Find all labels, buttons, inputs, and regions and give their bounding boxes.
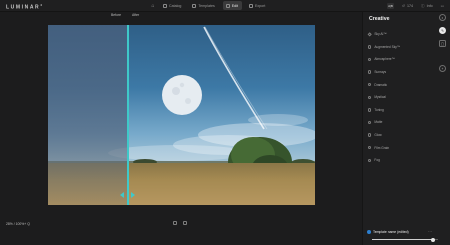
template-icon	[367, 230, 371, 234]
window-button[interactable]: ▭	[441, 4, 444, 8]
history-button[interactable]: ↺ 174	[402, 4, 413, 8]
split-handle-icon[interactable]	[119, 191, 136, 199]
top-bar: LUMINAR4 ⌂ Catalog Templates Edit Export…	[0, 0, 450, 12]
template-amount-slider[interactable]	[372, 237, 438, 242]
export-icon	[248, 3, 253, 8]
fit-view-icon[interactable]	[173, 221, 177, 225]
tools-panel: Creative Sky AI™ Augmented Sky™ Atmosphe…	[362, 12, 450, 245]
film-grain-icon	[368, 145, 372, 150]
tab-edit[interactable]: Edit	[222, 1, 242, 10]
tool-fog[interactable]: Fog	[368, 154, 438, 167]
tab-catalog[interactable]: Catalog	[160, 1, 185, 10]
tool-mystical[interactable]: Mystical	[368, 91, 438, 104]
window-icon: ▭	[440, 4, 444, 8]
info-button[interactable]: ⓘ Info	[421, 4, 433, 9]
after-label: After	[132, 13, 140, 17]
tool-atmosphere[interactable]: Atmosphere™	[368, 53, 438, 66]
main-tabs: ⌂ Catalog Templates Edit Export	[150, 1, 269, 11]
image-canvas[interactable]	[48, 25, 315, 205]
glow-icon	[368, 133, 372, 137]
toning-icon	[368, 108, 372, 112]
mystical-icon	[368, 95, 372, 99]
fullscreen-icon[interactable]	[183, 221, 187, 225]
template-selector[interactable]: Template name (edited)	[367, 230, 409, 234]
compare-icon: A|B	[386, 3, 394, 9]
atmosphere-icon	[368, 57, 372, 62]
slider-knob[interactable]	[430, 237, 435, 242]
tool-sunrays[interactable]: Sunrays	[368, 66, 438, 79]
dramatic-icon	[368, 82, 372, 87]
zoom-level[interactable]: 28% / 100%+ Q	[6, 222, 30, 226]
slider-fill	[372, 239, 433, 240]
edit-icon	[225, 3, 230, 8]
before-label: Before	[111, 13, 121, 17]
sunrays-icon	[368, 70, 372, 74]
more-options-icon[interactable]: ···	[428, 229, 432, 234]
home-icon[interactable]: ⌂	[150, 1, 156, 10]
catalog-icon	[163, 3, 167, 8]
tab-templates[interactable]: Templates	[189, 1, 218, 10]
tool-augmented-sky[interactable]: Augmented Sky™	[368, 41, 438, 54]
creative-category-icon[interactable]: ✎	[439, 27, 446, 34]
panel-title: Creative	[369, 16, 390, 22]
tool-list: Sky AI™ Augmented Sky™ Atmosphere™ Sunra…	[367, 28, 438, 167]
top-right-controls: A|B ↺ 174 ⓘ Info ▭	[386, 1, 444, 11]
history-icon: ↺	[401, 4, 405, 8]
info-icon: ⓘ	[421, 3, 425, 8]
tool-sky-ai[interactable]: Sky AI™	[367, 28, 438, 41]
tool-film-grain[interactable]: Film Grain	[368, 141, 438, 154]
essentials-category-icon[interactable]: ◐	[439, 14, 446, 21]
app-logo: LUMINAR4	[6, 3, 42, 11]
augmented-sky-icon	[368, 45, 372, 49]
tab-export[interactable]: Export	[246, 1, 269, 10]
before-preview	[48, 25, 128, 205]
category-rail: ◐ ✎ ▢ +	[439, 14, 447, 78]
add-layer-icon[interactable]: +	[439, 65, 446, 72]
templates-icon	[192, 3, 197, 8]
compare-button[interactable]: A|B	[386, 3, 394, 9]
tool-glow[interactable]: Glow	[368, 129, 438, 142]
matte-icon	[368, 120, 372, 125]
tool-dramatic[interactable]: Dramatic	[368, 78, 438, 91]
compare-split-line[interactable]	[127, 25, 129, 205]
sky-ai-icon	[367, 31, 373, 37]
tool-matte[interactable]: Matte	[368, 116, 438, 129]
fog-icon	[368, 158, 372, 162]
portrait-category-icon[interactable]: ▢	[439, 40, 446, 47]
tool-toning[interactable]: Toning	[368, 104, 438, 117]
view-controls	[173, 221, 187, 225]
